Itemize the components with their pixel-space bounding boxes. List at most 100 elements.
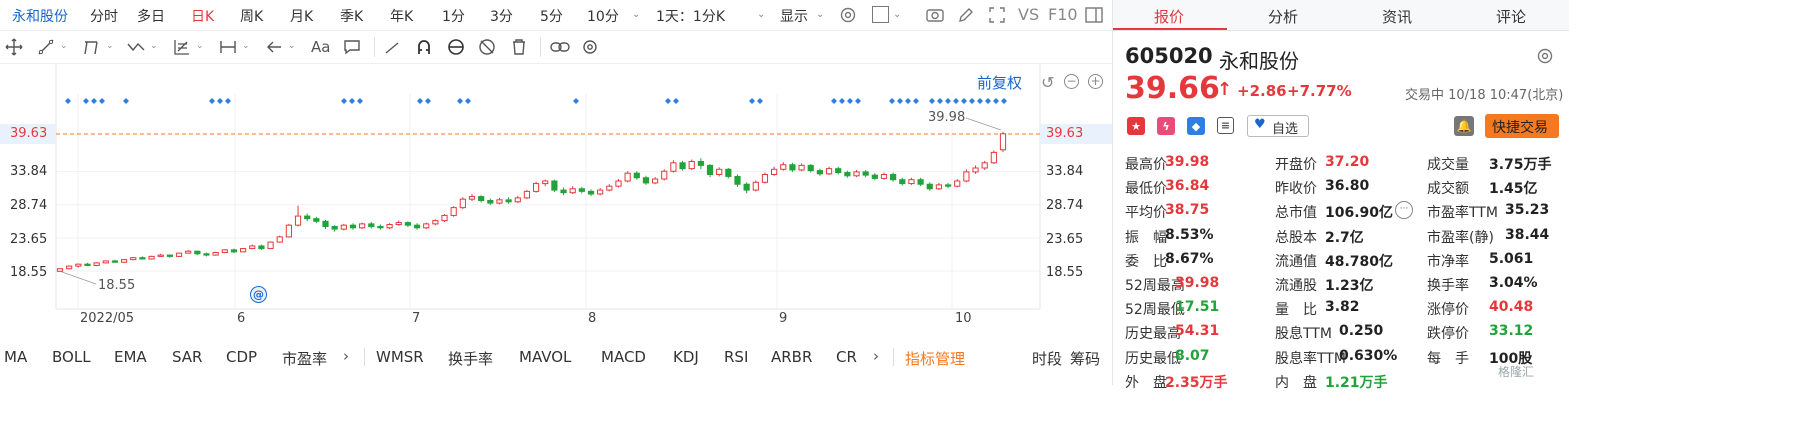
price-label: 28.74 bbox=[10, 198, 48, 213]
trend-line-icon[interactable] bbox=[36, 37, 56, 57]
indicator-sar[interactable]: SAR bbox=[172, 348, 202, 366]
chevron-down-icon[interactable]: ⌄ bbox=[757, 9, 765, 20]
price-label: 18.55 bbox=[1046, 265, 1084, 280]
range-measure-icon[interactable] bbox=[218, 37, 238, 57]
indicator-rsi[interactable]: RSI bbox=[724, 348, 748, 366]
candle-up bbox=[120, 259, 128, 263]
tab-multiday[interactable]: 多日 bbox=[137, 6, 165, 26]
indicator-boll[interactable]: BOLL bbox=[52, 348, 91, 366]
panel-toggle-icon[interactable] bbox=[1084, 5, 1104, 29]
indicator-cr[interactable]: CR bbox=[836, 348, 857, 366]
parallel-channel-icon[interactable] bbox=[82, 37, 102, 57]
chevron-down-icon[interactable]: ⌄ bbox=[60, 41, 68, 51]
tab-yearly-k[interactable]: 年K bbox=[390, 6, 413, 26]
reset-icon[interactable]: ↺ bbox=[1041, 73, 1054, 92]
chevron-down-icon[interactable]: ⌄ bbox=[106, 41, 114, 51]
tab-minute[interactable]: 分时 bbox=[90, 6, 118, 26]
chevron-down-icon[interactable]: ⌄ bbox=[893, 9, 901, 20]
stock-tab[interactable]: 永和股份 bbox=[12, 6, 68, 26]
tab-analysis[interactable]: 分析 bbox=[1268, 6, 1298, 27]
more-options-icon[interactable]: ··· bbox=[1395, 201, 1413, 219]
link-chain-icon[interactable] bbox=[550, 37, 570, 57]
move-cross-icon[interactable] bbox=[4, 37, 24, 57]
checkbox-square-icon[interactable] bbox=[872, 6, 889, 23]
indicator-mavol[interactable]: MAVOL bbox=[519, 348, 571, 366]
settings-gear-icon[interactable] bbox=[838, 5, 858, 29]
trash-icon[interactable] bbox=[509, 37, 529, 57]
tag-icon[interactable]: ◆ bbox=[1187, 117, 1205, 135]
tab-news[interactable]: 资讯 bbox=[1382, 6, 1412, 27]
kline-chart[interactable]: 前复权 ↺ − + 39.63 33.84 28.74 23.65 18.55 … bbox=[0, 64, 1112, 340]
arrow-left-icon[interactable] bbox=[264, 37, 284, 57]
indicator-kdj[interactable]: KDJ bbox=[673, 348, 699, 366]
toolbar-settings-icon[interactable] bbox=[580, 37, 600, 57]
period-selector[interactable]: 1天：1分K bbox=[656, 6, 725, 26]
tab-10min[interactable]: 10分 bbox=[587, 6, 619, 26]
indicator-arbr[interactable]: ARBR bbox=[771, 348, 812, 366]
document-icon[interactable]: ≡ bbox=[1217, 117, 1234, 134]
event-marker-icon bbox=[123, 98, 129, 104]
chevron-down-icon[interactable]: ⌄ bbox=[242, 41, 250, 51]
chevron-down-icon[interactable]: ⌄ bbox=[196, 41, 204, 51]
chevron-down-icon[interactable]: ⌄ bbox=[150, 41, 158, 51]
wave-line-icon[interactable] bbox=[126, 37, 146, 57]
lightning-icon[interactable]: ϟ bbox=[1157, 117, 1175, 135]
quick-trade-button[interactable]: 快捷交易 bbox=[1485, 114, 1559, 138]
zoom-out-icon[interactable]: − bbox=[1064, 74, 1079, 89]
date-label: 10 bbox=[955, 311, 972, 326]
vs-button[interactable]: VS bbox=[1018, 5, 1039, 24]
indicator-wmsr[interactable]: WMSR bbox=[376, 348, 424, 366]
bell-icon[interactable]: 🔔 bbox=[1454, 116, 1474, 136]
chevron-right-icon[interactable]: › bbox=[343, 347, 349, 365]
session-link[interactable]: 时段 bbox=[1032, 348, 1062, 369]
stat-value: 0.630% bbox=[1339, 347, 1398, 364]
display-menu[interactable]: 显示 bbox=[780, 6, 808, 26]
zoom-in-icon[interactable]: + bbox=[1088, 74, 1103, 89]
news-marker-icon[interactable]: @ bbox=[250, 286, 267, 303]
chips-link[interactable]: 筹码 bbox=[1070, 348, 1100, 369]
comment-icon[interactable] bbox=[342, 37, 362, 57]
candle-up bbox=[423, 223, 430, 229]
text-tool-icon[interactable]: Aa bbox=[311, 38, 330, 56]
indicator-ma[interactable]: MA bbox=[4, 348, 27, 366]
indicator-manage-button[interactable]: 指标管理 bbox=[905, 348, 965, 369]
chevron-right-icon[interactable]: › bbox=[873, 347, 879, 365]
lock-drawing-icon[interactable] bbox=[446, 37, 466, 57]
stat-label: 外 盘 bbox=[1125, 374, 1167, 391]
fullscreen-icon[interactable] bbox=[987, 5, 1007, 29]
tab-weekly-k[interactable]: 周K bbox=[240, 6, 263, 26]
tab-5min[interactable]: 5分 bbox=[540, 6, 563, 26]
adjustment-toggle[interactable]: 前复权 bbox=[977, 72, 1022, 93]
chevron-down-icon[interactable]: ⌄ bbox=[816, 9, 824, 20]
tab-daily-k[interactable]: 日K bbox=[191, 6, 214, 26]
tab-comments[interactable]: 评论 bbox=[1496, 6, 1526, 27]
tab-quarterly-k[interactable]: 季K bbox=[340, 6, 363, 26]
add-watchlist-button[interactable]: ♥ 自选 bbox=[1247, 115, 1309, 137]
candle-up bbox=[386, 224, 393, 229]
indicator-turnover[interactable]: 换手率 bbox=[448, 348, 493, 369]
indicator-pe[interactable]: 市盈率 bbox=[282, 348, 327, 369]
price-label: 33.84 bbox=[1046, 164, 1084, 179]
candle-down bbox=[304, 215, 311, 220]
candle-down bbox=[404, 222, 412, 226]
settings-gear-icon[interactable] bbox=[1535, 46, 1555, 70]
stat-label: 流通值 bbox=[1275, 253, 1317, 270]
tab-monthly-k[interactable]: 月K bbox=[290, 6, 313, 26]
fibonacci-icon[interactable] bbox=[172, 37, 192, 57]
camera-icon[interactable] bbox=[925, 5, 945, 29]
angle-line-icon[interactable] bbox=[382, 37, 402, 57]
indicator-macd[interactable]: MACD bbox=[601, 348, 646, 366]
indicator-ema[interactable]: EMA bbox=[114, 348, 147, 366]
tab-3min[interactable]: 3分 bbox=[490, 6, 513, 26]
candle-up bbox=[432, 220, 439, 225]
tab-quote[interactable]: 报价 bbox=[1154, 6, 1184, 27]
magnet-icon[interactable] bbox=[414, 37, 434, 57]
chevron-down-icon[interactable]: ⌄ bbox=[632, 9, 640, 20]
f10-button[interactable]: F10 bbox=[1048, 5, 1078, 24]
pencil-icon[interactable] bbox=[956, 5, 976, 29]
hide-drawing-icon[interactable] bbox=[477, 37, 497, 57]
tab-1min[interactable]: 1分 bbox=[442, 6, 465, 26]
indicator-cdp[interactable]: CDP bbox=[226, 348, 257, 366]
candle-down bbox=[322, 220, 329, 227]
chevron-down-icon[interactable]: ⌄ bbox=[288, 41, 296, 51]
